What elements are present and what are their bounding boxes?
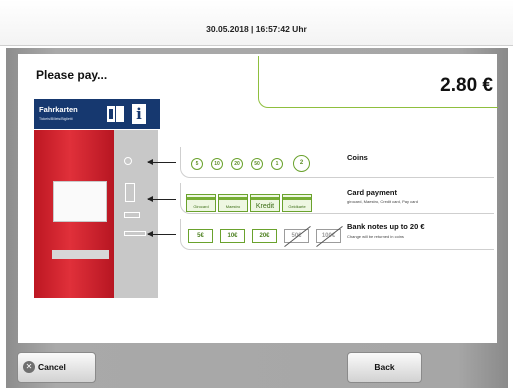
card-icon: Maestro	[218, 194, 248, 212]
close-icon: ✕	[23, 361, 35, 373]
card-icon: Geldkarte	[282, 194, 312, 212]
banknotes-title: Bank notes up to 20 €	[347, 222, 425, 231]
ticket-slot	[52, 250, 109, 259]
coins-title: Coins	[347, 153, 368, 162]
top-bar	[0, 0, 513, 46]
card-icon: Kredit	[250, 194, 280, 212]
datetime-display: 30.05.2018 | 16:57:42 Uhr	[206, 24, 307, 34]
coin-icon: 5	[191, 158, 203, 170]
banknote-icon: 10€	[220, 229, 245, 243]
banknote-icon: 100€	[316, 229, 341, 243]
arrow-left-icon	[147, 196, 176, 202]
coin-icon: 10	[211, 158, 223, 170]
machine-title: Fahrkarten	[39, 105, 78, 114]
banknotes-desc: Change will be returned in coins	[347, 234, 404, 239]
banknote-icon: 50€	[284, 229, 309, 243]
arrow-left-icon	[147, 231, 176, 237]
amount-due: 2.80 €	[440, 75, 493, 96]
info-icon: i	[132, 104, 146, 124]
coin-slot-icon	[124, 157, 132, 165]
coin-icon: 1	[271, 158, 283, 170]
machine-screen	[53, 181, 107, 222]
cancel-label: Cancel	[38, 362, 66, 372]
coin-icon: 2	[293, 155, 310, 172]
card-icon: Girocard	[186, 194, 216, 212]
card-slot-icon	[124, 212, 140, 218]
banknote-icon: 20€	[252, 229, 277, 243]
banknote-icon: 5€	[188, 229, 213, 243]
banknote-slot-icon	[124, 231, 146, 236]
coin-icon: 50	[251, 158, 263, 170]
card-payment-desc: girocard, Maestro, Credit card, Pay card	[347, 199, 418, 204]
keypad-icon	[125, 183, 135, 202]
card-payment-title: Card payment	[347, 188, 398, 197]
back-button[interactable]: Back	[347, 352, 422, 383]
book-icon	[107, 106, 124, 122]
divider	[0, 45, 513, 46]
page-title: Please pay...	[36, 68, 108, 82]
coin-icon: 20	[231, 158, 243, 170]
arrow-left-icon	[147, 159, 176, 165]
coins-row	[180, 147, 494, 178]
machine-subtitle: Tickets/Billets/Biglietti	[39, 117, 73, 121]
cancel-button[interactable]: ✕ Cancel	[17, 352, 96, 383]
